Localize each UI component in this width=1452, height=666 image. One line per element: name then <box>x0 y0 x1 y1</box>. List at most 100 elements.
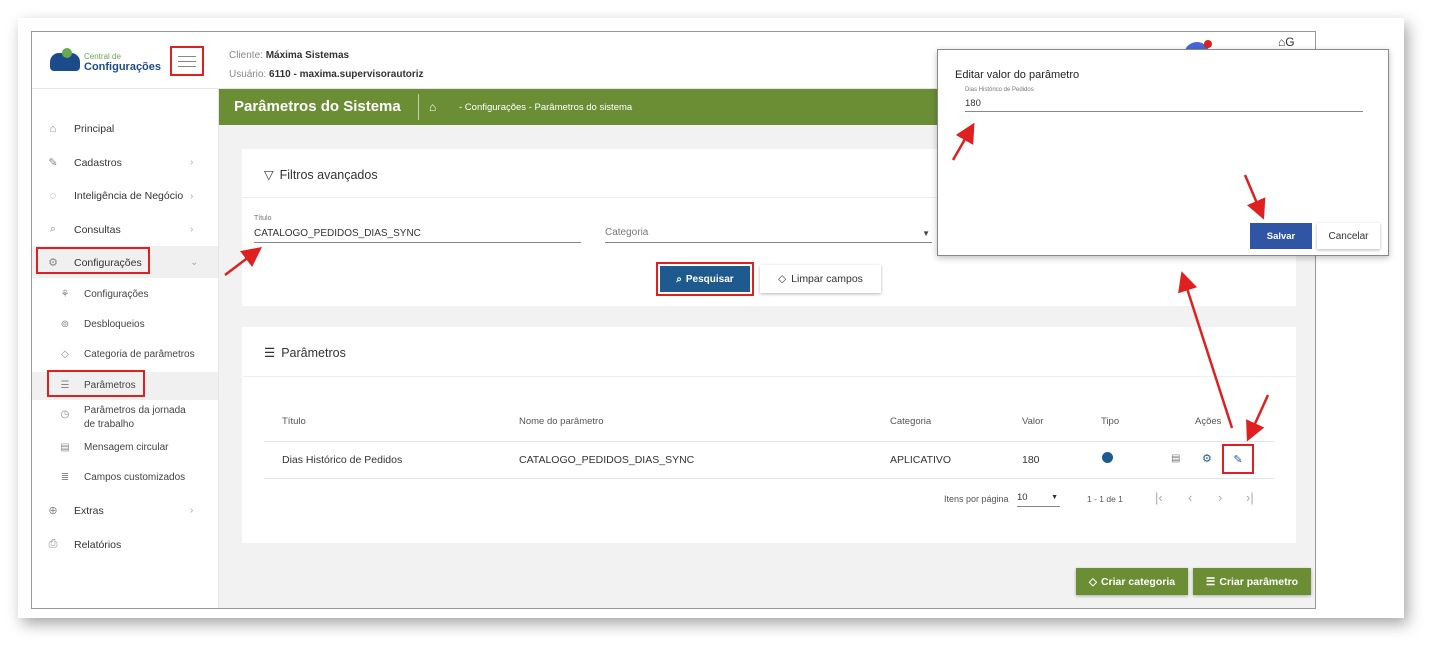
cancel-button[interactable]: Cancelar <box>1317 223 1380 249</box>
header-divider <box>418 94 419 120</box>
sidebar-item-label: Extras <box>74 504 104 517</box>
sidebar-subitem-campos[interactable]: ≣ Campos customizados <box>58 472 185 483</box>
titulo-input[interactable] <box>254 225 581 243</box>
categoria-select[interactable]: Categoria ▼ <box>605 225 932 243</box>
cell-categoria: APLICATIVO <box>890 454 952 466</box>
fields-icon: ≣ <box>60 472 70 483</box>
sidebar-item-consultas[interactable]: ⌕ Consultas › <box>46 223 193 236</box>
params-card: ☰ Parâmetros Título Nome do parâmetro Ca… <box>242 327 1296 543</box>
hamburger-menu-button[interactable] <box>170 46 204 76</box>
dialog-value-input[interactable] <box>965 95 1363 112</box>
screenshot-stage: Central de Configurações Cliente: Máxima… <box>0 0 1452 666</box>
clear-fields-button[interactable]: ◇ Limpar campos <box>760 265 881 293</box>
pager-range: 1 - 1 de 1 <box>1087 494 1123 504</box>
sidebar-subitem-mensagem[interactable]: ▤ Mensagem circular <box>58 442 168 453</box>
highlight-box-configuracoes <box>36 247 150 274</box>
params-title-text: Parâmetros <box>281 345 346 360</box>
sidebar-item-cadastros[interactable]: ✎ Cadastros › <box>46 156 193 170</box>
caret-down-icon: ▼ <box>1051 494 1058 501</box>
caret-down-icon: ▼ <box>922 229 930 238</box>
column-header-acoes: Ações <box>1195 416 1222 427</box>
sidebar-item-relatorios[interactable]: ⎙ Relatórios <box>46 538 122 551</box>
gear-icon[interactable]: ⚙ <box>1202 452 1212 465</box>
chevron-down-icon: ⌄ <box>190 257 199 268</box>
column-header-titulo[interactable]: Título <box>282 416 306 427</box>
sidebar: ⌂ Principal ✎ Cadastros › ◌ Inteligência… <box>32 89 219 608</box>
last-page-icon[interactable]: ›| <box>1246 490 1254 505</box>
network-icon: ⚘ <box>60 289 70 300</box>
column-header-nome[interactable]: Nome do parâmetro <box>519 416 603 427</box>
page-size-select[interactable]: 10 ▼ <box>1017 489 1060 507</box>
home-logout-icon[interactable]: ⌂G <box>1278 35 1295 49</box>
highlight-box-parametros <box>47 370 145 397</box>
sidebar-item-label: Consultas <box>74 223 121 236</box>
sidebar-item-principal[interactable]: ⌂ Principal <box>46 123 115 135</box>
sidebar-subitem-label: Categoria de parâmetros <box>84 349 195 360</box>
sidebar-subitem-label: Parâmetros da jornada de trabalho <box>84 405 186 430</box>
clock-icon: ◷ <box>60 409 70 420</box>
hamburger-line-icon <box>178 65 196 67</box>
prev-page-icon[interactable]: ‹ <box>1188 490 1192 505</box>
search-button[interactable]: ⌕ Pesquisar <box>660 266 750 292</box>
client-value: Máxima Sistemas <box>265 50 350 61</box>
sidebar-item-inteligencia[interactable]: ◌ Inteligência de Negócio › <box>46 190 194 202</box>
divider <box>264 441 1274 442</box>
cell-titulo: Dias Histórico de Pedidos <box>282 454 403 466</box>
filters-title: ▽ Filtros avançados <box>264 167 378 183</box>
breadcrumb: - Configurações - Parâmetros do sistema <box>459 102 633 113</box>
column-header-valor[interactable]: Valor <box>1022 416 1043 427</box>
search-button-label: Pesquisar <box>685 273 734 285</box>
list-icon: ☰ <box>264 346 276 360</box>
client-info: Cliente: Máxima Sistemas Usuário: 6110 -… <box>229 46 424 84</box>
cell-nome: CATALOGO_PEDIDOS_DIAS_SYNC <box>519 454 695 466</box>
categoria-placeholder: Categoria <box>605 227 649 238</box>
sidebar-subitem-label: Desbloqueios <box>84 319 145 330</box>
sidebar-item-label: Principal <box>74 123 115 135</box>
edit-icon: ✎ <box>48 157 58 169</box>
tag-icon: ◇ <box>61 349 69 360</box>
save-button[interactable]: Salvar <box>1250 223 1312 249</box>
lightbulb-icon: ◌ <box>49 190 57 202</box>
chevron-right-icon: › <box>190 190 194 202</box>
user-label: Usuário: <box>229 69 267 80</box>
home-icon: ⌂ <box>49 123 57 135</box>
sidebar-subitem-label: Mensagem circular <box>84 442 169 453</box>
tag-icon: ◇ <box>1088 575 1097 588</box>
logo: Central de Configurações <box>50 48 161 73</box>
hamburger-line-icon <box>178 60 196 62</box>
sidebar-item-extras[interactable]: ⊕ Extras › <box>46 504 193 518</box>
first-page-icon[interactable]: |‹ <box>1155 490 1163 505</box>
globe-icon <box>1102 452 1113 463</box>
sidebar-subitem-jornada[interactable]: ◷ Parâmetros da jornada de trabalho <box>58 404 208 432</box>
divider <box>242 376 1296 377</box>
filters-title-text: Filtros avançados <box>279 167 378 182</box>
highlight-box-edit: ✎ <box>1222 444 1254 474</box>
titulo-label: Título <box>254 215 272 222</box>
description-icon[interactable]: ▤ <box>1171 453 1180 464</box>
edit-icon[interactable]: ✎ <box>1233 453 1242 466</box>
edit-value-dialog: Editar valor do parâmetro Dias Histórico… <box>937 49 1389 256</box>
create-parameter-button[interactable]: ☰ Criar parâmetro <box>1193 568 1311 595</box>
create-category-button[interactable]: ◇ Criar categoria <box>1076 568 1188 595</box>
unlock-icon: ⊚ <box>60 319 70 330</box>
sidebar-item-label: Inteligência de Negócio <box>74 190 184 202</box>
divider <box>264 478 1274 479</box>
plus-circle-icon: ⊕ <box>48 505 58 517</box>
user-value: 6110 - maxima.supervisorautoriz <box>269 69 424 80</box>
home-icon[interactable]: ⌂ <box>429 100 436 114</box>
column-header-categoria[interactable]: Categoria <box>890 416 931 427</box>
hamburger-line-icon <box>178 55 196 57</box>
sidebar-item-label: Relatórios <box>74 538 122 551</box>
filter-icon: ▽ <box>264 168 274 182</box>
sidebar-subitem-configuracoes[interactable]: ⚘ Configurações <box>58 289 149 300</box>
sidebar-subitem-categoria[interactable]: ◇ Categoria de parâmetros <box>58 349 195 360</box>
clear-button-label: Limpar campos <box>791 273 863 285</box>
page-size-value: 10 <box>1017 492 1028 503</box>
next-page-icon[interactable]: › <box>1218 490 1222 505</box>
column-header-tipo: Tipo <box>1101 416 1120 427</box>
chevron-right-icon: › <box>190 157 194 168</box>
highlight-box-search: ⌕ Pesquisar <box>656 262 754 296</box>
params-title: ☰ Parâmetros <box>264 345 346 361</box>
sidebar-subitem-label: Configurações <box>84 289 149 300</box>
sidebar-subitem-desbloqueios[interactable]: ⊚ Desbloqueios <box>58 319 145 330</box>
